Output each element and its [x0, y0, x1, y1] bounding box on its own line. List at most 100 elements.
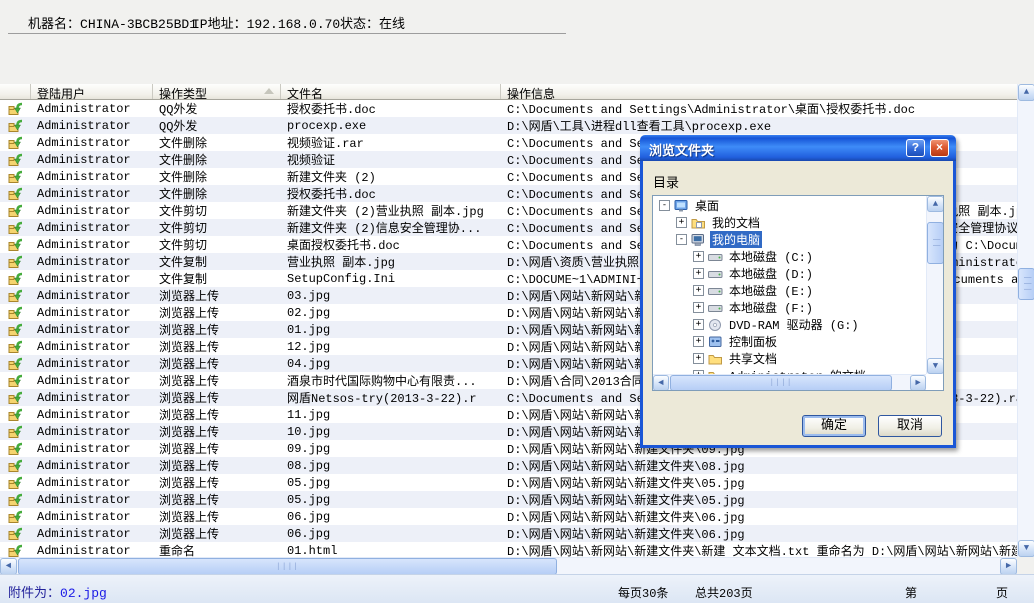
cell-operation-type: 重命名: [153, 542, 281, 557]
tree-horizontal-scrollbar[interactable]: ◄ |||| ►: [653, 374, 926, 390]
tree-item[interactable]: + 本地磁盘 (F:): [653, 299, 926, 316]
file-operation-icon: [0, 442, 31, 456]
cell-operation-type: 浏览器上传: [153, 491, 281, 508]
scroll-right-icon[interactable]: ►: [1000, 558, 1017, 575]
ok-button[interactable]: 确定: [802, 415, 866, 437]
tree-expander-icon[interactable]: +: [693, 336, 704, 347]
tree-item-label: 我的文档: [710, 214, 762, 231]
tree-expander-icon[interactable]: -: [659, 200, 670, 211]
file-operation-icon: [0, 340, 31, 354]
machine-name-label: 机器名：: [28, 17, 80, 32]
file-operation-icon: [0, 357, 31, 371]
tree-item[interactable]: + 共享文档: [653, 350, 926, 367]
tree-item-icon: [691, 233, 706, 247]
machine-name-value: CHINA-3BCB25BD1: [80, 17, 197, 32]
cell-filename: 04.jpg: [281, 357, 501, 371]
tree-expander-icon[interactable]: +: [693, 319, 704, 330]
tree-expander-icon[interactable]: -: [676, 234, 687, 245]
cell-login-user: Administrator: [31, 544, 153, 558]
tree-expander-icon[interactable]: +: [693, 285, 704, 296]
cell-login-user: Administrator: [31, 323, 153, 337]
tree-item[interactable]: + 本地磁盘 (C:): [653, 248, 926, 265]
tree-vertical-thumb[interactable]: ||: [927, 222, 944, 264]
file-operation-icon: [0, 119, 31, 133]
cell-login-user: Administrator: [31, 476, 153, 490]
attachment-info: 附件为：02.jpg: [8, 582, 107, 601]
cell-filename: 02.jpg: [281, 306, 501, 320]
tree-item[interactable]: + 控制面板: [653, 333, 926, 350]
header-type-label: 操作类型: [159, 88, 207, 99]
cell-filename: 05.jpg: [281, 476, 501, 490]
cancel-button[interactable]: 取消: [878, 415, 942, 437]
scroll-left-icon[interactable]: ◄: [0, 558, 17, 575]
cell-filename: 授权委托书.doc: [281, 100, 501, 117]
cell-filename: 视频验证.rar: [281, 134, 501, 151]
cell-login-user: Administrator: [31, 493, 153, 507]
file-operation-icon: [0, 476, 31, 490]
vertical-scrollbar-thumb[interactable]: |||: [1018, 268, 1034, 300]
header-user-column[interactable]: 登陆用户: [31, 84, 153, 99]
cell-operation-type: 浏览器上传: [153, 389, 281, 406]
help-icon[interactable]: ?: [906, 139, 925, 157]
tree-item-icon: [708, 250, 723, 264]
scroll-down-icon[interactable]: ▼: [1018, 540, 1034, 557]
table-row[interactable]: Administrator QQ外发 授权委托书.doc C:\Document…: [0, 100, 1017, 117]
tree-expander-icon[interactable]: +: [693, 302, 704, 313]
tree-expander-icon[interactable]: +: [693, 251, 704, 262]
cell-filename: 营业执照 副本.jpg: [281, 253, 501, 270]
horizontal-scrollbar[interactable]: ◄ |||| ►: [0, 557, 1017, 574]
table-row[interactable]: Administrator 浏览器上传 05.jpg D:\网盾\网站\新网站\…: [0, 474, 1017, 491]
table-row[interactable]: Administrator 重命名 01.html D:\网盾\网站\新网站\新…: [0, 542, 1017, 557]
cell-login-user: Administrator: [31, 425, 153, 439]
cell-operation-info: D:\网盾\网站\新网站\新建文件夹\06.jpg: [501, 525, 1017, 542]
tree-vertical-scrollbar[interactable]: ▲ || ▼: [926, 196, 943, 374]
cell-filename: 授权委托书.doc: [281, 185, 501, 202]
tree-item-icon: [691, 216, 706, 230]
cell-operation-type: 文件删除: [153, 185, 281, 202]
tree-item[interactable]: - 我的电脑: [653, 231, 926, 248]
per-page-text: 每页30条: [618, 584, 668, 601]
tree-scroll-right-icon[interactable]: ►: [910, 375, 926, 391]
header-type-column[interactable]: 操作类型: [153, 84, 281, 99]
tree-item[interactable]: + 本地磁盘 (E:): [653, 282, 926, 299]
tree-expander-icon[interactable]: +: [693, 353, 704, 364]
tree-item-icon: [674, 199, 689, 213]
table-row[interactable]: Administrator 浏览器上传 06.jpg D:\网盾\网站\新网站\…: [0, 525, 1017, 542]
cell-login-user: Administrator: [31, 102, 153, 116]
scroll-up-icon[interactable]: ▲: [1018, 84, 1034, 101]
tree-scroll-up-icon[interactable]: ▲: [927, 196, 944, 212]
header-file-column[interactable]: 文件名: [281, 84, 501, 99]
cell-operation-type: 浏览器上传: [153, 474, 281, 491]
tree-scroll-left-icon[interactable]: ◄: [653, 375, 669, 391]
vertical-scrollbar[interactable]: ▲ ||| ▼: [1017, 84, 1034, 557]
tree-item-label: DVD-RAM 驱动器 (G:): [727, 316, 861, 333]
table-row[interactable]: Administrator QQ外发 procexp.exe D:\网盾\工具\…: [0, 117, 1017, 134]
tree-expander-icon[interactable]: +: [676, 217, 687, 228]
tree-item[interactable]: + 我的文档: [653, 214, 926, 231]
tree-expander-icon[interactable]: +: [693, 268, 704, 279]
tree-item[interactable]: + 本地磁盘 (D:): [653, 265, 926, 282]
tree-scroll-down-icon[interactable]: ▼: [927, 358, 944, 374]
cell-operation-info: D:\网盾\网站\新网站\新建文件夹\新建 文本文档.txt 重命名为 D:\网…: [501, 542, 1017, 557]
cell-filename: 新建文件夹 (2)营业执照 副本.jpg: [281, 202, 501, 219]
cell-operation-type: 浏览器上传: [153, 355, 281, 372]
horizontal-scrollbar-thumb[interactable]: ||||: [18, 558, 557, 575]
attachment-link[interactable]: 02.jpg: [60, 586, 107, 601]
table-row[interactable]: Administrator 浏览器上传 08.jpg D:\网盾\网站\新网站\…: [0, 457, 1017, 474]
table-row[interactable]: Administrator 浏览器上传 05.jpg D:\网盾\网站\新网站\…: [0, 491, 1017, 508]
file-operation-icon: [0, 153, 31, 167]
dialog-titlebar[interactable]: 浏览文件夹 ? ×: [640, 135, 956, 161]
file-operation-icon: [0, 527, 31, 541]
table-row[interactable]: Administrator 浏览器上传 06.jpg D:\网盾\网站\新网站\…: [0, 508, 1017, 525]
tree-item[interactable]: + DVD-RAM 驱动器 (G:): [653, 316, 926, 333]
tree-item[interactable]: - 桌面: [653, 197, 926, 214]
header-info-column[interactable]: 操作信息: [501, 84, 1017, 99]
header-icon-column[interactable]: [0, 84, 31, 99]
tree-horizontal-thumb[interactable]: ||||: [670, 375, 892, 391]
cell-login-user: Administrator: [31, 340, 153, 354]
cell-filename: procexp.exe: [281, 119, 501, 133]
separator-line: [8, 33, 566, 34]
close-icon[interactable]: ×: [930, 139, 949, 157]
tree-item[interactable]: + Administrator 的文档: [653, 367, 926, 374]
file-operation-icon: [0, 493, 31, 507]
